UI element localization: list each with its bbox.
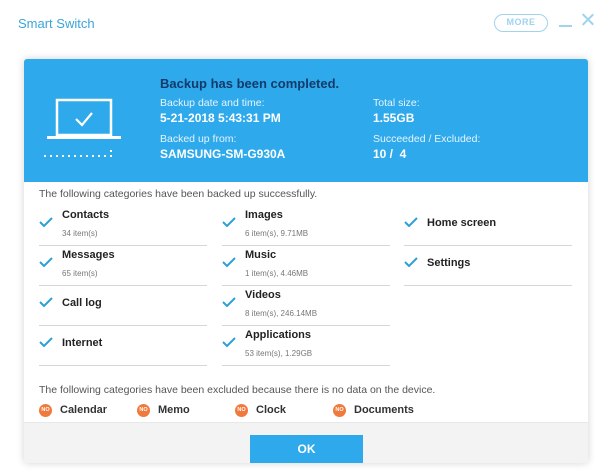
excluded-name: Clock	[256, 404, 286, 416]
title-bar: Smart Switch MORE	[0, 0, 600, 46]
backed-up-from-label: Backed up from:	[160, 133, 237, 145]
no-data-icon: NO	[235, 404, 248, 417]
ok-button[interactable]: OK	[250, 435, 363, 463]
category-detail: 34 item(s)	[62, 229, 98, 238]
succeeded-excluded-label: Succeeded / Excluded:	[373, 133, 481, 145]
succeeded-excluded-value: 10 / 4	[373, 147, 407, 161]
check-icon	[404, 257, 418, 267]
category-name: Messages	[62, 249, 115, 261]
check-icon	[404, 217, 418, 227]
check-icon	[222, 297, 236, 307]
category-messages: Messages 65 item(s)	[39, 246, 207, 286]
category-detail: 6 item(s), 9.71MB	[245, 229, 309, 238]
more-button[interactable]: MORE	[494, 14, 548, 32]
category-name: Applications	[245, 329, 312, 341]
category-applications: Applications 53 item(s), 1.29GB	[222, 326, 390, 366]
backup-complete-heading: Backup has been completed.	[160, 76, 340, 91]
close-icon[interactable]	[580, 12, 596, 28]
category-contacts: Contacts 34 item(s)	[39, 206, 207, 246]
category-home-screen: Home screen	[404, 206, 572, 246]
check-icon	[39, 297, 53, 307]
category-name: Music	[245, 249, 277, 261]
category-detail: 53 item(s), 1.29GB	[245, 349, 313, 358]
backup-date-label: Backup date and time:	[160, 97, 265, 109]
excluded-name: Calendar	[60, 404, 108, 416]
category-name: Home screen	[427, 217, 497, 229]
backup-details: The following categories have been backe…	[24, 182, 588, 463]
no-data-icon: NO	[333, 404, 346, 417]
check-icon	[39, 257, 53, 267]
category-settings: Settings	[404, 246, 572, 286]
category-name: Videos	[245, 289, 281, 301]
check-icon	[222, 217, 236, 227]
laptop-check-icon	[44, 98, 121, 157]
category-images: Images 6 item(s), 9.71MB	[222, 206, 390, 246]
check-icon	[39, 217, 53, 227]
category-detail: 8 item(s), 246.14MB	[245, 309, 318, 318]
category-name: Contacts	[62, 209, 110, 221]
category-music: Music 1 item(s), 4.46MB	[222, 246, 390, 286]
minimize-icon[interactable]	[558, 12, 574, 28]
app-title: Smart Switch	[18, 16, 95, 31]
backup-complete-dialog: Backup has been completed. Backup date a…	[24, 59, 588, 463]
category-name: Images	[245, 209, 283, 221]
excluded-name: Memo	[158, 404, 190, 416]
total-size-value: 1.55GB	[373, 111, 415, 125]
category-detail: 1 item(s), 4.46MB	[245, 269, 309, 278]
backup-summary-banner: Backup has been completed. Backup date a…	[24, 59, 588, 182]
backup-date-value: 5-21-2018 5:43:31 PM	[160, 111, 281, 125]
excluded-name: Documents	[354, 404, 414, 416]
excluded-intro: The following categories have been exclu…	[39, 384, 436, 396]
category-name: Call log	[62, 297, 102, 309]
total-size-label: Total size:	[373, 97, 420, 109]
backed-up-from-value: SAMSUNG-SM-G930A	[160, 147, 286, 161]
no-data-icon: NO	[39, 404, 52, 417]
category-internet: Internet	[39, 326, 207, 366]
category-videos: Videos 8 item(s), 246.14MB	[222, 286, 390, 326]
category-name: Settings	[427, 257, 471, 269]
no-data-icon: NO	[137, 404, 150, 417]
category-name: Internet	[62, 337, 103, 349]
dialog-footer: OK	[24, 422, 588, 463]
category-call-log: Call log	[39, 286, 207, 326]
check-icon	[222, 337, 236, 347]
category-detail: 65 item(s)	[62, 269, 98, 278]
check-icon	[39, 337, 53, 347]
backed-up-intro: The following categories have been backe…	[39, 188, 318, 200]
check-icon	[222, 257, 236, 267]
